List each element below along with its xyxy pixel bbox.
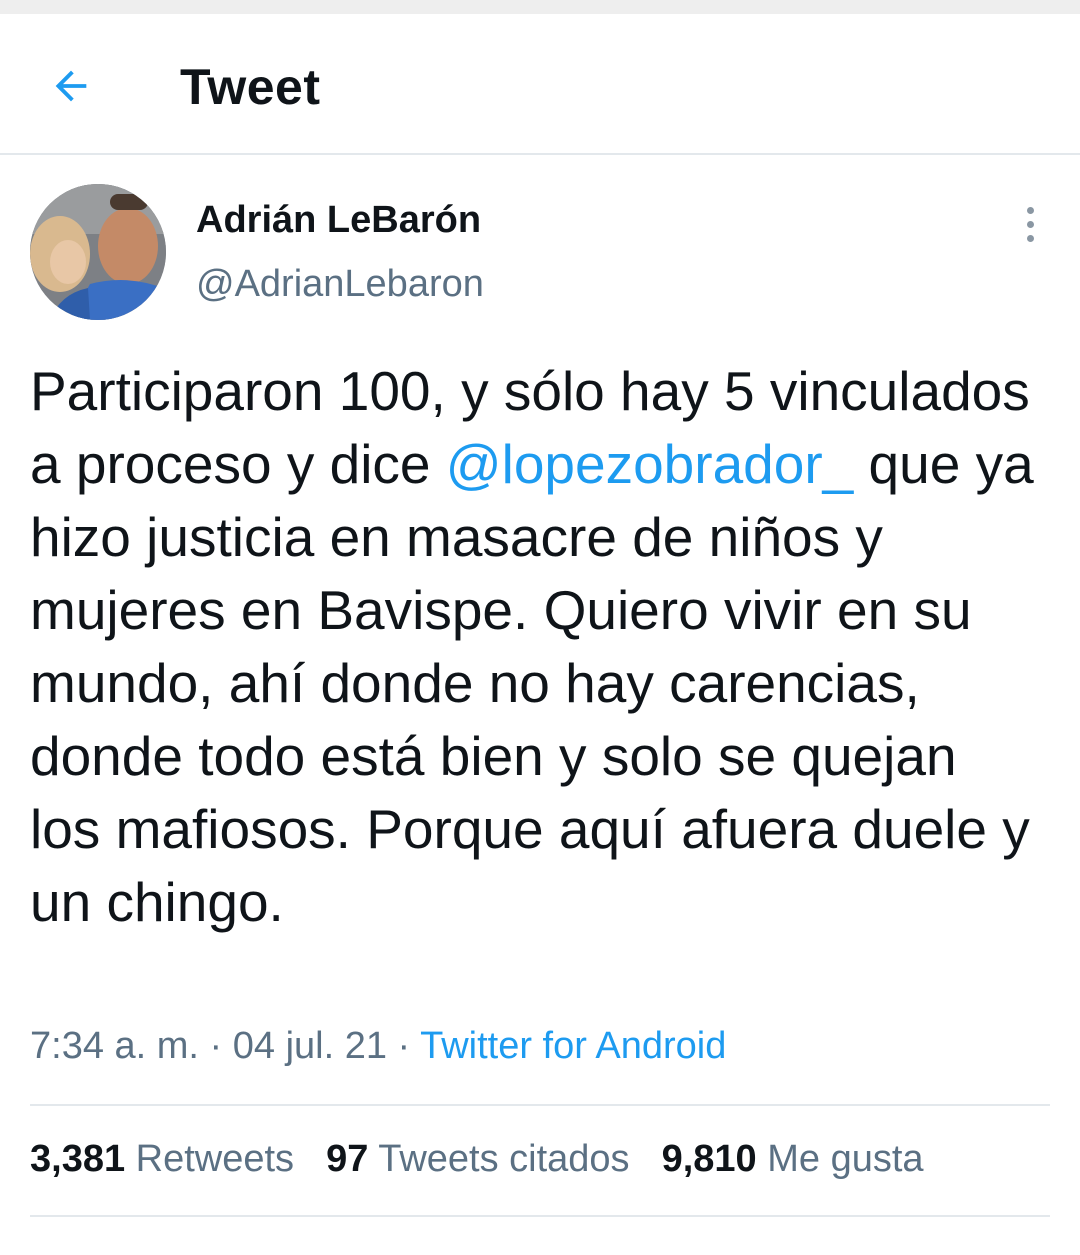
profile-photo — [30, 184, 166, 320]
more-vertical-icon-dot — [1026, 220, 1034, 228]
quotes-count: 97 — [326, 1138, 369, 1180]
author-display-name[interactable]: Adrián LeBarón — [196, 199, 481, 242]
tweet-date: 04 jul. 21 — [232, 1025, 387, 1067]
tweet-text: Participaron 100, y sólo hay 5 vinculado… — [30, 355, 1040, 939]
tweet-metadata: 7:34 a. m. · 04 jul. 21 · Twitter for An… — [30, 1025, 726, 1068]
meta-separator: · — [387, 1025, 421, 1067]
quotes-stat[interactable]: 97 Tweets citados — [326, 1138, 630, 1181]
avatar[interactable] — [30, 184, 166, 320]
more-options-button[interactable] — [1010, 200, 1050, 248]
more-vertical-icon — [1026, 206, 1034, 214]
back-button[interactable] — [38, 56, 104, 116]
page-title: Tweet — [180, 59, 321, 115]
divider — [30, 1215, 1050, 1217]
likes-label: Me gusta — [767, 1138, 924, 1180]
likes-stat[interactable]: 9,810 Me gusta — [662, 1138, 924, 1181]
tweet-stats: 3,381 Retweets 97 Tweets citados 9,810 M… — [30, 1138, 924, 1181]
tweet-time: 7:34 a. m. — [30, 1025, 199, 1067]
quotes-label: Tweets citados — [378, 1138, 630, 1180]
meta-separator: · — [198, 1025, 233, 1067]
mention-link[interactable]: @lopezobrador_ — [446, 433, 853, 495]
status-bar-strip — [0, 0, 1080, 14]
tweet-text-part: que ya hizo justicia en masacre de niños… — [30, 433, 1034, 933]
retweets-label: Retweets — [135, 1138, 295, 1180]
back-arrow-icon — [55, 70, 87, 102]
divider — [30, 1104, 1050, 1106]
more-vertical-icon-dot — [1026, 234, 1034, 242]
top-app-bar: Tweet — [0, 14, 1080, 155]
likes-count: 9,810 — [661, 1138, 757, 1180]
author-handle[interactable]: @AdrianLebaron — [196, 263, 484, 306]
retweets-stat[interactable]: 3,381 Retweets — [30, 1138, 294, 1181]
tweet-source-link[interactable]: Twitter for Android — [420, 1025, 726, 1067]
retweets-count: 3,381 — [30, 1138, 126, 1180]
